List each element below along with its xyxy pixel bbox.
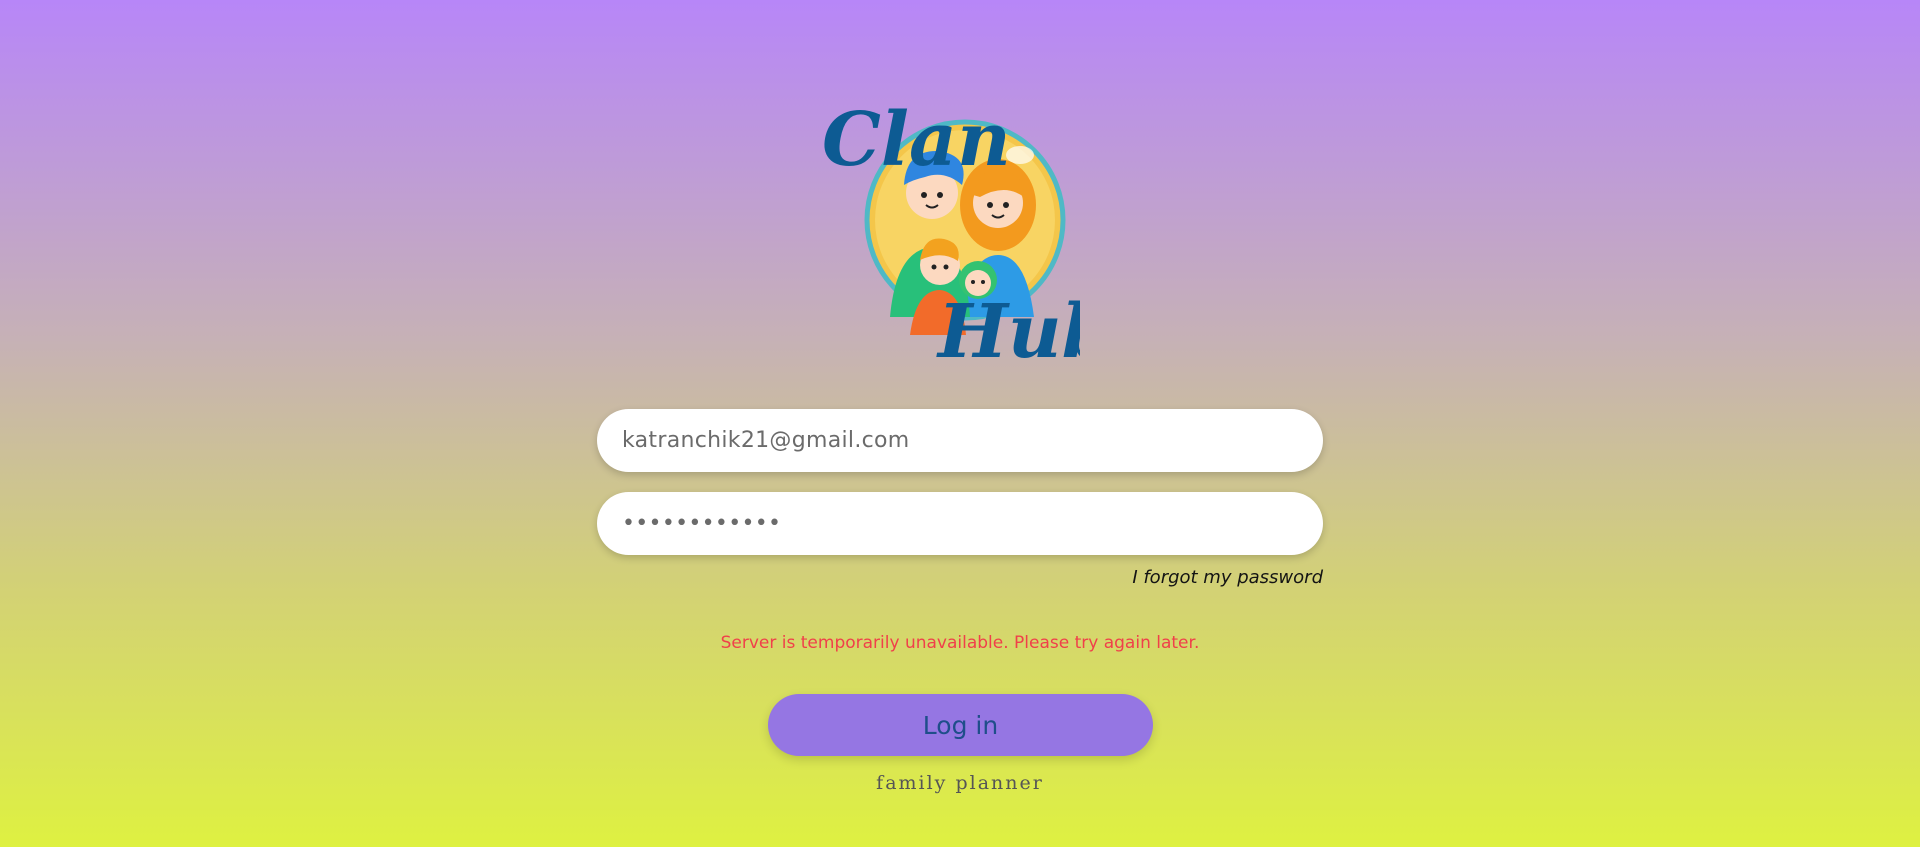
password-field[interactable] (597, 492, 1323, 555)
family-icon: Clan Hub (822, 97, 1080, 370)
email-field[interactable] (597, 409, 1323, 472)
login-button[interactable]: Log in (768, 694, 1153, 756)
forgot-password-link[interactable]: I forgot my password (1132, 567, 1323, 588)
password-input[interactable] (620, 510, 1323, 537)
svg-text:Hub: Hub (936, 289, 1080, 370)
svg-text:Clan: Clan (822, 97, 1011, 183)
error-message: Server is temporarily unavailable. Pleas… (720, 633, 1200, 653)
clanhub-logo: Clan Hub (820, 85, 1080, 370)
tagline: family planner (876, 772, 1044, 794)
email-input[interactable] (620, 427, 1323, 454)
